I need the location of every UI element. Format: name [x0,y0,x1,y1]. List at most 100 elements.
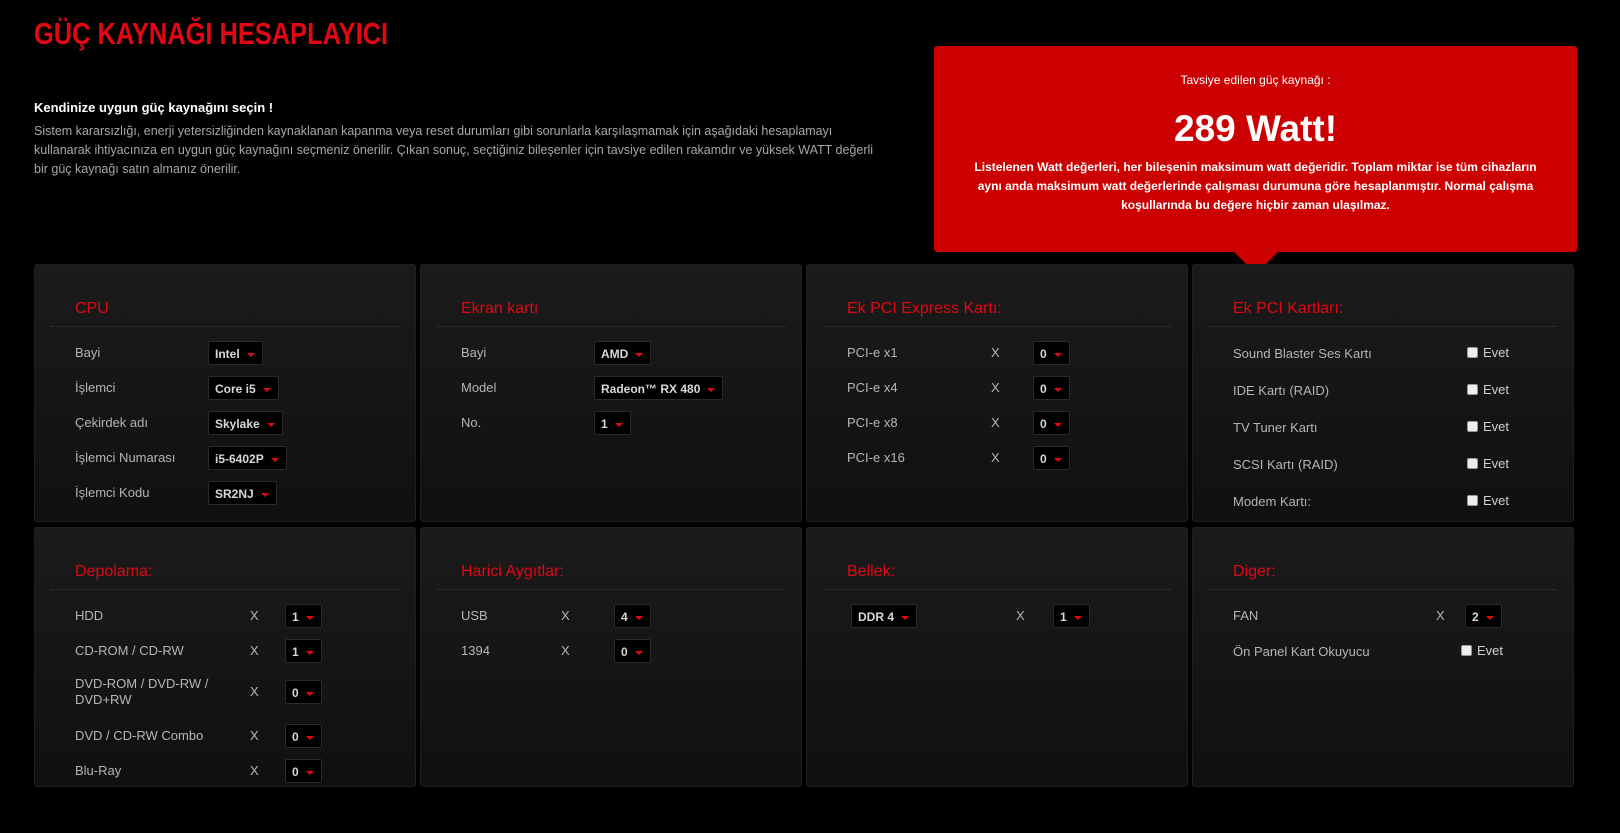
intro-text: Sistem kararsızlığı, enerji yetersizliği… [34,124,874,176]
pcie-x8-select[interactable]: 0 [1033,411,1070,435]
card-reader-checkbox[interactable]: Evet [1461,643,1503,658]
caret-down-icon [305,736,314,740]
cpu-vendor-value: Intel [215,347,240,361]
caret-down-icon [305,692,314,696]
storage-bluray-select[interactable]: 0 [285,759,322,783]
fan-select[interactable]: 2 [1465,604,1502,628]
gpu-count-value: 1 [601,417,608,431]
pcie-x8-label: PCI-e x8 [847,415,898,430]
multiply-sign: X [561,608,570,623]
divider [51,326,399,327]
pcie-x4-label: PCI-e x4 [847,380,898,395]
caret-down-icon [707,388,716,392]
gpu-vendor-label: Bayi [461,345,487,360]
storage-hdd-label: HDD [75,608,104,623]
caret-down-icon [262,388,271,392]
caret-down-icon [1053,458,1062,462]
multiply-sign: X [250,684,259,699]
pcie-title: Ek PCI Express Kartı: [847,300,1002,317]
other-title: Diger: [1233,563,1276,580]
storage-dvdrom-label: DVD-ROM / DVD-RW / DVD+RW [75,676,209,707]
storage-hdd-select[interactable]: 1 [285,604,322,628]
multiply-sign: X [991,380,1000,395]
storage-cdrom-label: CD-ROM / CD-RW [75,643,184,658]
storage-panel: Depolama: HDD X 1 CD-ROM / CD-RW X 1 DVD… [34,527,416,787]
multiply-sign: X [250,608,259,623]
recommendation-box: Tavsiye edilen güç kaynağı : 289 Watt! L… [934,46,1577,274]
storage-bluray-value: 0 [292,765,299,779]
memory-count-value: 1 [1060,610,1067,624]
pci-title: Ek PCI Kartları: [1233,300,1344,317]
divider [823,589,1171,590]
cpu-processor-select[interactable]: Core i5 [208,376,279,400]
fan-label: FAN [1233,608,1259,623]
cpu-processor-label: İşlemci [75,380,116,395]
caret-down-icon [305,651,314,655]
caret-down-icon [634,651,643,655]
checkbox-label: Evet [1483,382,1510,397]
pci-modem-checkbox[interactable]: Evet [1467,493,1509,508]
cpu-title: CPU [75,300,109,317]
gpu-model-value: Radeon™ RX 480 [601,382,701,396]
memory-title: Bellek: [847,563,896,580]
memory-count-select[interactable]: 1 [1053,604,1090,628]
divider [437,589,785,590]
external-1394-value: 0 [621,645,628,659]
pcie-x1-value: 0 [1040,347,1047,361]
pcie-x4-select[interactable]: 0 [1033,376,1070,400]
external-1394-select[interactable]: 0 [614,639,651,663]
caret-down-icon [266,423,275,427]
memory-type-value: DDR 4 [858,610,895,624]
caret-down-icon [1053,388,1062,392]
divider [1209,589,1557,590]
pci-ide-checkbox[interactable]: Evet [1467,382,1509,397]
pcie-x16-select[interactable]: 0 [1033,446,1070,470]
checkbox-icon [1467,384,1478,395]
cpu-code-select[interactable]: SR2NJ [208,481,277,505]
storage-combo-select[interactable]: 0 [285,724,322,748]
divider [1209,326,1557,327]
pcie-x8-value: 0 [1040,417,1047,431]
caret-down-icon [1485,616,1494,620]
external-usb-select[interactable]: 4 [614,604,651,628]
storage-dvdrom-select[interactable]: 0 [285,680,322,704]
gpu-title: Ekran kartı [461,300,539,317]
caret-down-icon [305,771,314,775]
pcie-x16-label: PCI-e x16 [847,450,905,465]
caret-down-icon [635,353,644,357]
pci-scsi-label: SCSI Kartı (RAID) [1233,457,1338,472]
external-usb-value: 4 [621,610,628,624]
pcie-x1-select[interactable]: 0 [1033,341,1070,365]
external-panel: Harici Aygıtlar: USB X 4 1394 X 0 [420,527,802,787]
recommended-wattage: 289 Watt! [1173,108,1338,149]
checkbox-icon [1467,495,1478,506]
caret-down-icon [305,616,314,620]
cpu-core-select[interactable]: Skylake [208,411,283,435]
checkbox-label: Evet [1483,419,1510,434]
pci-soundblaster-checkbox[interactable]: Evet [1467,345,1509,360]
cpu-vendor-select[interactable]: Intel [208,341,263,365]
cpu-code-label: İşlemci Kodu [75,485,150,500]
cpu-core-label: Çekirdek adı [75,415,148,430]
checkbox-icon [1467,421,1478,432]
gpu-count-select[interactable]: 1 [594,411,631,435]
gpu-model-select[interactable]: Radeon™ RX 480 [594,376,724,400]
cpu-code-value: SR2NJ [215,487,254,501]
cpu-number-select[interactable]: i5-6402P [208,446,287,470]
storage-cdrom-select[interactable]: 1 [285,639,322,663]
page-title: GÜÇ KAYNAĞI HESAPLAYICI [34,16,389,51]
caret-down-icon [1053,423,1062,427]
cpu-processor-value: Core i5 [215,382,256,396]
pci-tvtuner-checkbox[interactable]: Evet [1467,419,1509,434]
checkbox-label: Evet [1483,345,1510,360]
caret-down-icon [614,423,623,427]
gpu-model-label: Model [461,380,497,395]
multiply-sign: X [1016,608,1025,623]
pci-scsi-checkbox[interactable]: Evet [1467,456,1509,471]
storage-combo-value: 0 [292,730,299,744]
pcie-x1-label: PCI-e x1 [847,345,898,360]
pci-tvtuner-label: TV Tuner Kartı [1233,420,1318,435]
pci-panel: Ek PCI Kartları: Sound Blaster Ses Kartı… [1192,264,1574,522]
memory-type-select[interactable]: DDR 4 [851,604,918,628]
gpu-vendor-select[interactable]: AMD [594,341,652,365]
